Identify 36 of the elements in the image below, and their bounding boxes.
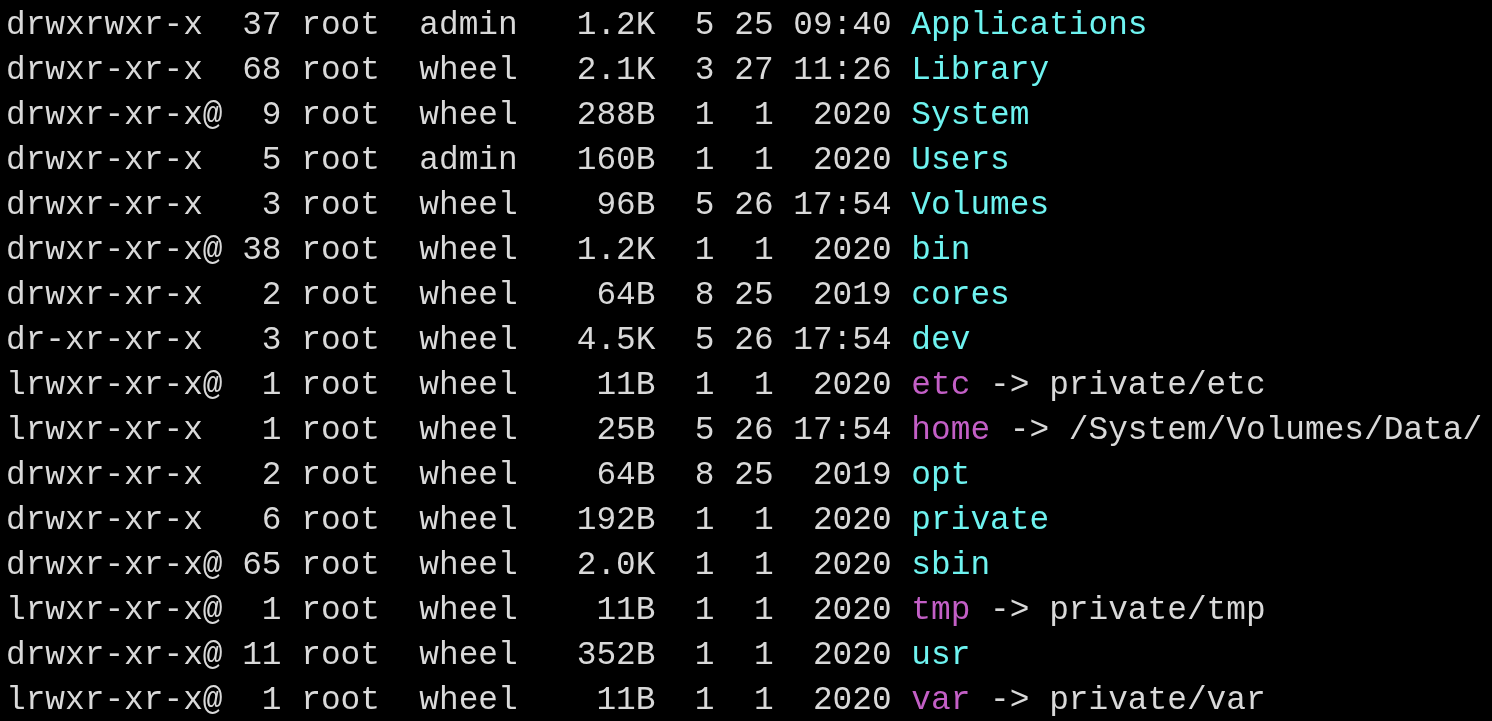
file-listing: drwxr-xr-x 5 root admin 160B 1 1 2020: [6, 141, 892, 181]
link-name: tmp: [911, 591, 971, 631]
file-listing: drwxr-xr-x@ 65 root wheel 2.0K 1 1 2020: [6, 546, 892, 586]
directory-name: private: [911, 501, 1050, 541]
link-target: -> private/etc: [990, 366, 1266, 406]
file-listing: drwxr-xr-x@ 9 root wheel 288B 1 1 2020: [6, 96, 892, 136]
link-target: -> private/tmp: [990, 591, 1266, 631]
file-listing: drwxr-xr-x 2 root wheel 64B 8 25 2019: [6, 456, 892, 496]
file-listing: drwxr-xr-x@ 38 root wheel 1.2K 1 1 2020: [6, 231, 892, 271]
directory-name: Volumes: [911, 186, 1050, 226]
file-listing: drwxr-xr-x 6 root wheel 192B 1 1 2020: [6, 501, 892, 541]
file-listing: drwxr-xr-x@ 11 root wheel 352B 1 1 2020: [6, 636, 892, 676]
file-listing: drwxr-xr-x 68 root wheel 2.1K 3 27 11:26: [6, 51, 892, 91]
file-listing: drwxrwxr-x 37 root admin 1.2K 5 25 09:40: [6, 6, 892, 46]
file-listing: dr-xr-xr-x 3 root wheel 4.5K 5 26 17:54: [6, 321, 892, 361]
directory-name: usr: [911, 636, 971, 676]
file-listing: lrwxr-xr-x@ 1 root wheel 11B 1 1 2020: [6, 366, 892, 406]
directory-name: cores: [911, 276, 1010, 316]
directory-name: Users: [911, 141, 1010, 181]
link-name: etc: [911, 366, 971, 406]
directory-name: dev: [911, 321, 971, 361]
directory-name: Library: [911, 51, 1050, 91]
file-listing: drwxr-xr-x 2 root wheel 64B 8 25 2019: [6, 276, 892, 316]
file-listing: drwxr-xr-x 3 root wheel 96B 5 26 17:54: [6, 186, 892, 226]
directory-name: Applications: [911, 6, 1148, 46]
file-listing: lrwxr-xr-x@ 1 root wheel 11B 1 1 2020: [6, 681, 892, 721]
file-listing: lrwxr-xr-x 1 root wheel 25B 5 26 17:54: [6, 411, 892, 451]
link-name: home: [911, 411, 991, 451]
directory-name: opt: [911, 456, 971, 496]
link-target: -> /System/Volumes/Data/: [1009, 411, 1483, 451]
directory-name: sbin: [911, 546, 991, 586]
link-target: -> private/var: [990, 681, 1266, 721]
link-name: var: [911, 681, 971, 721]
directory-name: System: [911, 96, 1030, 136]
file-listing: lrwxr-xr-x@ 1 root wheel 11B 1 1 2020: [6, 591, 892, 631]
directory-name: bin: [911, 231, 971, 271]
